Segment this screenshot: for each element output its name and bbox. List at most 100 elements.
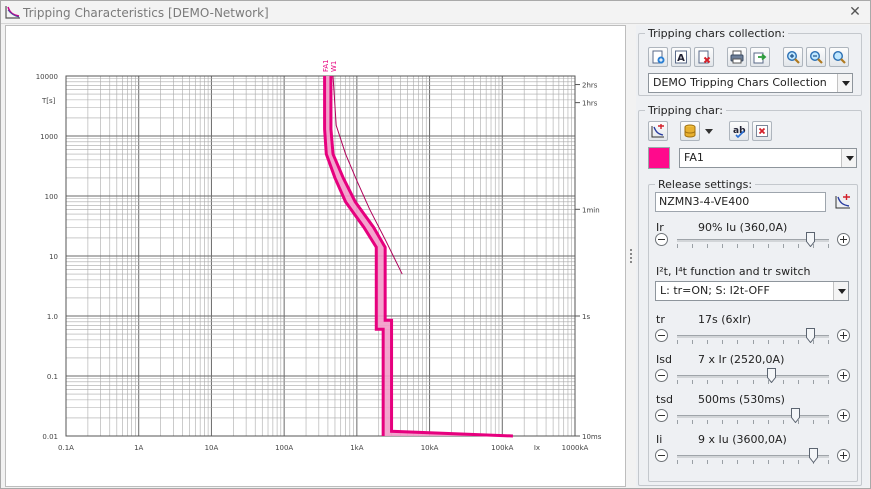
title-bar: Tripping Characteristics [DEMO-Network] … [1, 1, 870, 24]
slider-tick [797, 244, 799, 248]
export-button[interactable] [750, 47, 770, 67]
right-time-label: 1hrs [582, 100, 598, 108]
zoom-fit-icon [832, 50, 846, 64]
slider-tick [752, 244, 754, 248]
slider-tick [737, 244, 739, 248]
slider-tick [737, 460, 739, 464]
tr-value: 17s (6xIr) [698, 313, 752, 326]
slider-tick [722, 244, 724, 248]
ii-slider-thumb[interactable] [809, 448, 819, 463]
y-unit-label: T[s] [41, 97, 56, 105]
slider-tick [828, 244, 829, 248]
isd-decrease-button[interactable] [655, 369, 668, 382]
slider-tick [812, 380, 814, 384]
isd-ticks [677, 380, 829, 384]
slider-tick [767, 420, 769, 424]
x-unit-label: Ix [534, 444, 540, 452]
i2t-select[interactable]: L: tr=ON; S: I2t-OFF [655, 281, 849, 301]
slider-tick [797, 380, 799, 384]
char-select-value: FA1 [684, 151, 704, 164]
close-icon[interactable]: ✕ [848, 4, 862, 20]
delete-char-button[interactable] [752, 121, 772, 141]
isd-track[interactable] [677, 375, 829, 378]
tr-decrease-button[interactable] [655, 329, 668, 342]
tsd-track[interactable] [677, 415, 829, 418]
curve-tag: FA1 [322, 59, 330, 72]
slider-tick [828, 340, 829, 344]
chart-add-icon [651, 124, 664, 138]
tsd-slider-thumb[interactable] [791, 408, 801, 423]
tsd-name: tsd [656, 393, 674, 406]
i2t-label: I²t, I⁴t function and tr switch [656, 265, 811, 278]
x-tick-label: 1kA [350, 444, 364, 452]
y-tick-label: 1000 [40, 133, 58, 141]
rename-collection-button[interactable]: A [671, 47, 691, 67]
slider-tick [677, 380, 678, 384]
slider-tick [782, 380, 784, 384]
print-button[interactable] [727, 47, 747, 67]
release-device-value: NZMN3-4-VE400 [659, 195, 750, 208]
isd-increase-button[interactable] [837, 369, 850, 382]
ii-ticks [677, 460, 829, 464]
ir-increase-button[interactable] [837, 233, 850, 246]
ir-decrease-button[interactable] [655, 233, 668, 246]
char-color-swatch[interactable] [648, 147, 670, 169]
slider-tick [707, 244, 709, 248]
char-select[interactable]: FA1 [679, 148, 857, 168]
tsd-decrease-button[interactable] [655, 409, 668, 422]
slider-tick [692, 420, 694, 424]
slider-tick [752, 340, 754, 344]
zoom-fit-button[interactable] [829, 47, 849, 67]
chevron-down-icon[interactable] [833, 282, 848, 300]
slider-tick [677, 420, 678, 424]
right-time-label: 1s [582, 313, 590, 321]
x-tick-label: 0.1A [58, 444, 74, 452]
ir-slider-thumb[interactable] [806, 232, 816, 247]
spellcheck-button[interactable]: ab [729, 121, 749, 141]
release-device-field[interactable]: NZMN3-4-VE400 [655, 192, 826, 212]
ii-track[interactable] [677, 455, 829, 458]
release-settings-legend: Release settings: [658, 178, 753, 191]
tr-increase-button[interactable] [837, 329, 850, 342]
database-button[interactable] [680, 121, 700, 141]
isd-slider-thumb[interactable] [766, 368, 776, 383]
ii-increase-button[interactable] [837, 449, 850, 462]
tsd-increase-button[interactable] [837, 409, 850, 422]
slider-tick [737, 380, 739, 384]
database-dropdown-chevron-icon[interactable] [705, 129, 713, 135]
chart-grid [65, 76, 575, 437]
chart-settings-icon[interactable] [835, 194, 851, 210]
panel-splitter[interactable] [629, 247, 633, 265]
tr-name: tr [656, 313, 665, 326]
new-collection-button[interactable] [648, 47, 668, 67]
y-tick-label: 0.1 [47, 373, 58, 381]
slider-tick [782, 460, 784, 464]
settings-panel: Tripping chars collection: A DEMO Trippi… [636, 25, 869, 487]
slider-tick [782, 244, 784, 248]
slider-tick [677, 340, 678, 344]
slider-tick [828, 420, 829, 424]
x-tick-label: 100kA [491, 444, 513, 452]
text-a-icon: A [675, 50, 687, 64]
zoom-out-button[interactable] [806, 47, 826, 67]
database-icon [684, 124, 696, 138]
slider-tick [752, 420, 754, 424]
new-char-button[interactable] [648, 121, 668, 141]
x-tick-label: 100A [275, 444, 293, 452]
tr-slider-thumb[interactable] [806, 328, 816, 343]
right-time-label: 2hrs [582, 82, 598, 90]
chart-canvas[interactable]: 10000 1000 100 10 1.0 0.1 0.01 T[s] 0.1A 1A 10A 100… [5, 25, 626, 487]
slider-tick [828, 460, 829, 464]
slider-tick [767, 244, 769, 248]
zoom-in-button[interactable] [783, 47, 803, 67]
collection-select[interactable]: DEMO Tripping Chars Collection [648, 73, 853, 93]
chevron-down-icon[interactable] [837, 74, 852, 92]
delete-collection-button[interactable] [694, 47, 714, 67]
slider-tick [722, 340, 724, 344]
ii-decrease-button[interactable] [655, 449, 668, 462]
curve-tag: W1 [330, 61, 338, 72]
slider-tick [722, 460, 724, 464]
slider-tick [737, 340, 739, 344]
chevron-down-icon[interactable] [841, 149, 856, 167]
isd-name: Isd [656, 353, 672, 366]
